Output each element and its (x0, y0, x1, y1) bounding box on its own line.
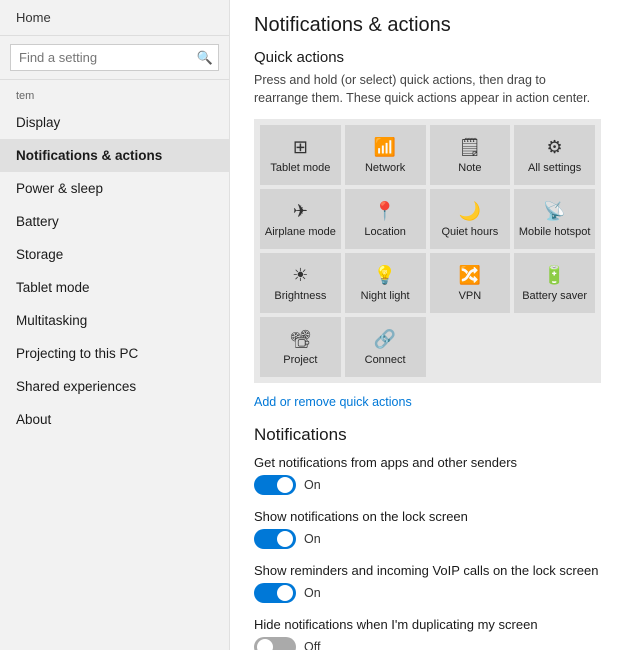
sidebar-item-notifications[interactable]: Notifications & actions (0, 139, 229, 172)
sidebar-item-shared[interactable]: Shared experiences (0, 370, 229, 403)
notif-label-voip: Show reminders and incoming VoIP calls o… (254, 563, 601, 578)
quick-actions-description: Press and hold (or select) quick actions… (254, 72, 601, 107)
toggle-state-lock-screen: On (304, 532, 321, 546)
night-light-label: Night light (361, 290, 410, 303)
quick-action-all-settings[interactable]: ⚙ All settings (514, 125, 595, 185)
airplane-mode-label: Airplane mode (265, 226, 336, 239)
sidebar-nav: DisplayNotifications & actionsPower & sl… (0, 106, 229, 436)
note-icon: 🗒 (458, 137, 481, 158)
quick-action-vpn[interactable]: 🔀 VPN (430, 253, 511, 313)
tablet-mode-icon: ⊞ (293, 137, 308, 158)
toggle-state-voip: On (304, 586, 321, 600)
quick-action-airplane-mode[interactable]: ✈ Airplane mode (260, 189, 341, 249)
notif-label-duplicate: Hide notifications when I'm duplicating … (254, 617, 601, 632)
sidebar-item-power[interactable]: Power & sleep (0, 172, 229, 205)
quick-action-project[interactable]: 📽 Project (260, 317, 341, 377)
project-label: Project (283, 354, 317, 367)
notif-row-duplicate: Hide notifications when I'm duplicating … (254, 617, 601, 650)
notif-row-lock-screen: Show notifications on the lock screen On (254, 509, 601, 549)
toggle-voip[interactable] (254, 583, 296, 603)
page-title: Notifications & actions (254, 14, 601, 37)
network-icon: 📶 (374, 137, 396, 158)
toggle-duplicate[interactable] (254, 637, 296, 650)
toggle-state-apps-notif: On (304, 478, 321, 492)
vpn-label: VPN (459, 290, 482, 303)
toggle-apps-notif[interactable] (254, 475, 296, 495)
quiet-hours-icon: 🌙 (459, 201, 481, 222)
sidebar-search-container: 🔍 (0, 36, 229, 80)
location-label: Location (364, 226, 406, 239)
mobile-hotspot-icon: 📡 (543, 201, 565, 222)
battery-saver-icon: 🔋 (543, 265, 565, 286)
sidebar: Home 🔍 tem DisplayNotifications & action… (0, 0, 230, 650)
notif-row-voip: Show reminders and incoming VoIP calls o… (254, 563, 601, 603)
quick-actions-title: Quick actions (254, 49, 601, 66)
toggle-lock-screen[interactable] (254, 529, 296, 549)
notif-label-lock-screen: Show notifications on the lock screen (254, 509, 601, 524)
night-light-icon: 💡 (374, 265, 396, 286)
sidebar-item-tablet[interactable]: Tablet mode (0, 271, 229, 304)
notif-row-apps-notif: Get notifications from apps and other se… (254, 455, 601, 495)
quick-action-battery-saver[interactable]: 🔋 Battery saver (514, 253, 595, 313)
sidebar-home[interactable]: Home (0, 0, 229, 36)
quick-action-connect[interactable]: 🔗 Connect (345, 317, 426, 377)
sidebar-item-projecting[interactable]: Projecting to this PC (0, 337, 229, 370)
search-input[interactable] (10, 44, 219, 71)
sidebar-item-multitasking[interactable]: Multitasking (0, 304, 229, 337)
quick-action-mobile-hotspot[interactable]: 📡 Mobile hotspot (514, 189, 595, 249)
toggle-knob-voip (277, 585, 293, 601)
notif-label-apps-notif: Get notifications from apps and other se… (254, 455, 601, 470)
connect-icon: 🔗 (374, 329, 396, 350)
quick-action-location[interactable]: 📍 Location (345, 189, 426, 249)
brightness-label: Brightness (274, 290, 326, 303)
sidebar-item-about[interactable]: About (0, 403, 229, 436)
note-label: Note (458, 162, 481, 175)
quick-action-brightness[interactable]: ☀ Brightness (260, 253, 341, 313)
quick-action-quiet-hours[interactable]: 🌙 Quiet hours (430, 189, 511, 249)
notifications-title: Notifications (254, 425, 601, 445)
quick-action-tablet-mode[interactable]: ⊞ Tablet mode (260, 125, 341, 185)
toggle-state-duplicate: Off (304, 640, 320, 650)
quick-action-note[interactable]: 🗒 Note (430, 125, 511, 185)
tablet-mode-label: Tablet mode (270, 162, 330, 175)
mobile-hotspot-label: Mobile hotspot (519, 226, 591, 239)
add-remove-link[interactable]: Add or remove quick actions (254, 395, 412, 409)
airplane-mode-icon: ✈ (293, 201, 308, 222)
quiet-hours-label: Quiet hours (441, 226, 498, 239)
sidebar-item-battery[interactable]: Battery (0, 205, 229, 238)
toggle-knob-duplicate (257, 639, 273, 650)
main-content: Notifications & actions Quick actions Pr… (230, 0, 625, 650)
connect-label: Connect (365, 354, 406, 367)
brightness-icon: ☀ (292, 265, 308, 286)
notifications-rows: Get notifications from apps and other se… (254, 455, 601, 650)
toggle-knob-lock-screen (277, 531, 293, 547)
quick-action-network[interactable]: 📶 Network (345, 125, 426, 185)
sidebar-home-label: Home (16, 10, 51, 25)
search-icon: 🔍 (197, 50, 213, 66)
all-settings-icon: ⚙ (547, 137, 563, 158)
network-label: Network (365, 162, 405, 175)
quick-action-night-light[interactable]: 💡 Night light (345, 253, 426, 313)
sidebar-item-storage[interactable]: Storage (0, 238, 229, 271)
vpn-icon: 🔀 (459, 265, 481, 286)
sidebar-item-display[interactable]: Display (0, 106, 229, 139)
quick-actions-grid: ⊞ Tablet mode 📶 Network 🗒 Note ⚙ All settings ✈ A… (254, 119, 601, 383)
sidebar-section-label: tem (0, 80, 229, 106)
location-icon: 📍 (374, 201, 396, 222)
battery-saver-label: Battery saver (522, 290, 587, 303)
all-settings-label: All settings (528, 162, 581, 175)
project-icon: 📽 (289, 329, 312, 350)
toggle-knob-apps-notif (277, 477, 293, 493)
